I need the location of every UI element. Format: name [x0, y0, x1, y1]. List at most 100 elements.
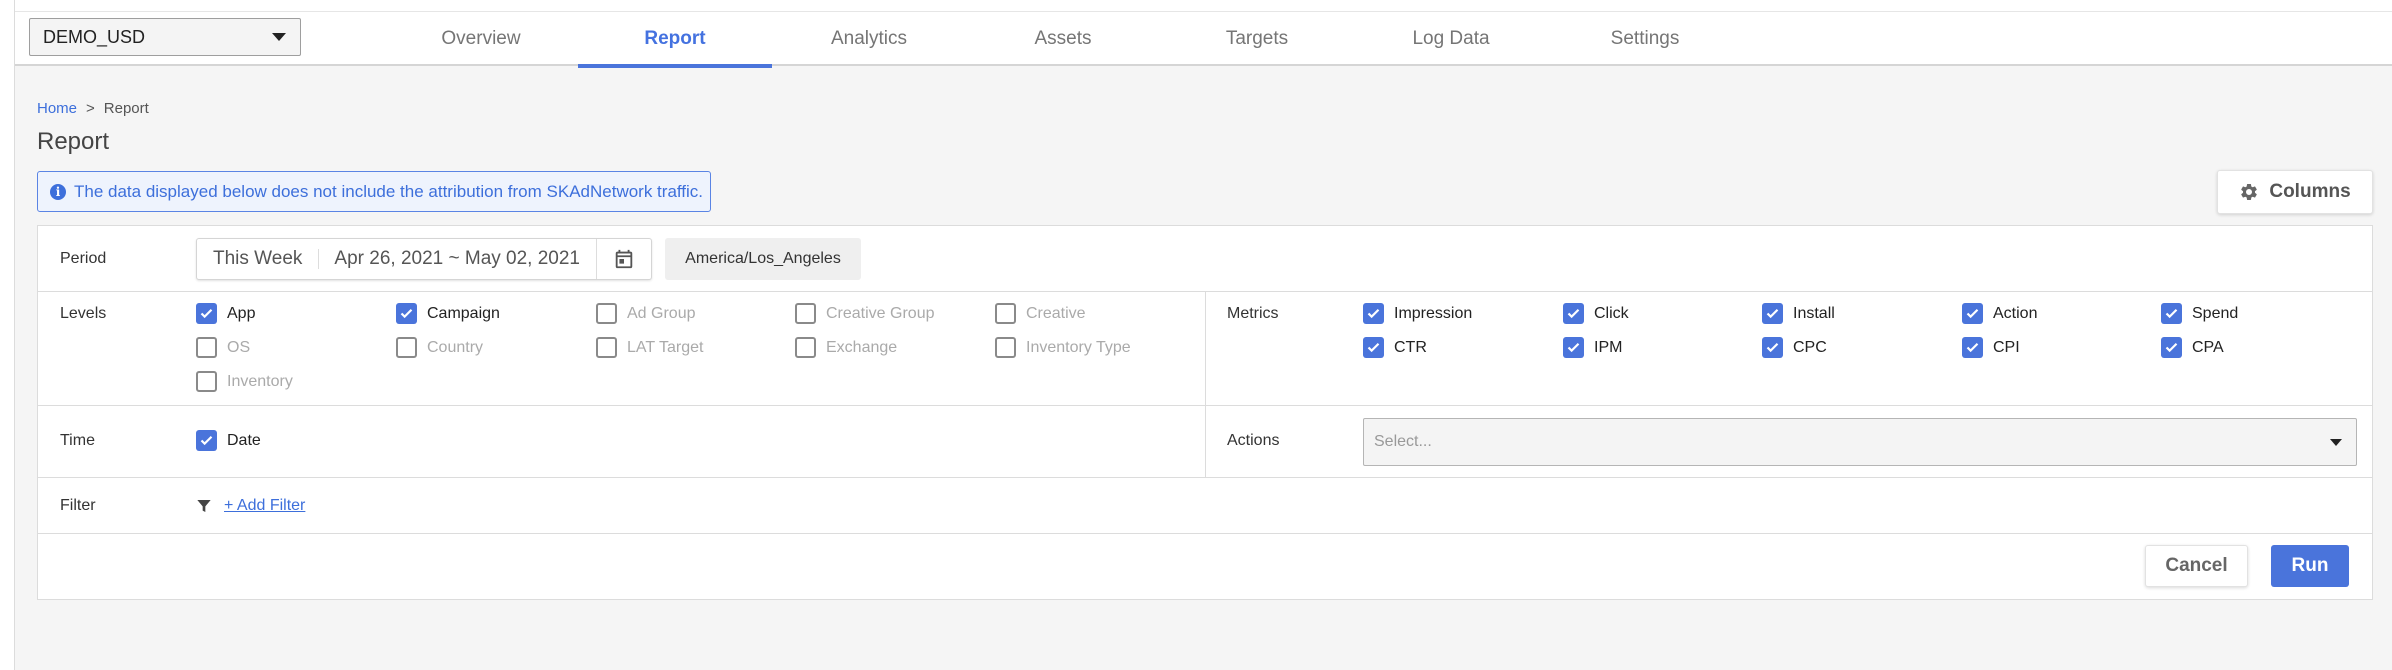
period-row: Period This Week Apr 26, 2021 ~ May 02, …: [38, 226, 2372, 292]
filter-row: Filter + Add Filter: [38, 478, 2372, 534]
tab-overview[interactable]: Overview: [384, 12, 578, 66]
add-filter-link[interactable]: + Add Filter: [224, 497, 305, 515]
date-range-picker[interactable]: This Week Apr 26, 2021 ~ May 02, 2021: [196, 238, 652, 280]
tab-label: Report: [644, 28, 706, 49]
checkbox-label: Impression: [1394, 304, 1473, 322]
breadcrumb-separator: >: [86, 100, 95, 117]
level-creative-group-checkbox[interactable]: Creative Group: [795, 303, 935, 324]
tab-assets[interactable]: Assets: [966, 12, 1160, 66]
tab-log-data[interactable]: Log Data: [1354, 12, 1548, 66]
checkbox-checked-icon: [196, 430, 217, 451]
checkbox-label: CPC: [1793, 338, 1827, 356]
metric-action-checkbox[interactable]: Action: [1962, 303, 2037, 324]
metric-click-checkbox[interactable]: Click: [1563, 303, 1629, 324]
level-os-checkbox[interactable]: OS: [196, 337, 250, 358]
tab-label: Log Data: [1412, 28, 1490, 49]
checkbox-label: CTR: [1394, 338, 1427, 356]
tab-targets[interactable]: Targets: [1160, 12, 1354, 66]
tab-settings[interactable]: Settings: [1548, 12, 1742, 66]
checkbox-label: CPI: [1993, 338, 2020, 356]
filter-icon: [197, 500, 211, 512]
checkbox-label: Creative: [1026, 304, 1086, 322]
level-campaign-checkbox[interactable]: Campaign: [396, 303, 500, 324]
checkbox-unchecked-icon: [795, 303, 816, 324]
level-exchange-checkbox[interactable]: Exchange: [795, 337, 897, 358]
level-creative-checkbox[interactable]: Creative: [995, 303, 1086, 324]
checkbox-label: CPA: [2192, 338, 2224, 356]
time-date-checkbox[interactable]: Date: [196, 430, 261, 451]
metric-ipm-checkbox[interactable]: IPM: [1563, 337, 1622, 358]
level-ad-group-checkbox[interactable]: Ad Group: [596, 303, 695, 324]
breadcrumb-home-link[interactable]: Home: [37, 100, 77, 117]
page-title: Report: [37, 128, 110, 155]
level-inventory-type-checkbox[interactable]: Inventory Type: [995, 337, 1131, 358]
actions-select[interactable]: Select...: [1363, 418, 2357, 466]
time-actions-row: Time Date Actions Select...: [38, 406, 2372, 478]
time-label: Time: [60, 432, 95, 449]
level-country-checkbox[interactable]: Country: [396, 337, 483, 358]
tab-analytics[interactable]: Analytics: [772, 12, 966, 66]
filter-label: Filter: [60, 497, 96, 514]
level-lat-target-checkbox[interactable]: LAT Target: [596, 337, 704, 358]
tab-report[interactable]: Report: [578, 12, 772, 68]
metric-cpc-checkbox[interactable]: CPC: [1762, 337, 1827, 358]
period-label: Period: [60, 250, 107, 267]
calendar-button[interactable]: [596, 239, 651, 279]
date-range-value[interactable]: Apr 26, 2021 ~ May 02, 2021: [319, 248, 596, 270]
checkbox-label: IPM: [1594, 338, 1623, 356]
metric-cpa-checkbox[interactable]: CPA: [2161, 337, 2224, 358]
checkbox-label: Click: [1594, 304, 1629, 322]
checkbox-unchecked-icon: [596, 337, 617, 358]
column-divider: [1205, 406, 1206, 478]
checkbox-label: Campaign: [427, 304, 500, 322]
tab-label: Analytics: [830, 28, 908, 49]
checkbox-unchecked-icon: [995, 303, 1016, 324]
checkbox-label: Creative Group: [826, 304, 935, 322]
metric-cpi-checkbox[interactable]: CPI: [1962, 337, 2020, 358]
checkbox-checked-icon: [1962, 337, 1983, 358]
checkbox-label: OS: [227, 338, 251, 356]
date-preset[interactable]: This Week: [197, 249, 320, 269]
window-top-edge: [15, 0, 2392, 12]
tab-label: Targets: [1225, 28, 1289, 49]
checkbox-checked-icon: [1363, 303, 1384, 324]
checkbox-checked-icon: [1563, 303, 1584, 324]
report-config-panel: Period This Week Apr 26, 2021 ~ May 02, …: [37, 225, 2373, 600]
actions-label: Actions: [1227, 432, 1280, 449]
level-app-checkbox[interactable]: App: [196, 303, 255, 324]
skadnetwork-notice: i The data displayed below does not incl…: [37, 171, 711, 212]
checkbox-label: Date: [227, 431, 261, 449]
breadcrumb: Home > Report: [37, 100, 149, 117]
checkbox-label: App: [227, 304, 256, 322]
checkbox-checked-icon: [1363, 337, 1384, 358]
account-select-value: DEMO_USD: [43, 26, 146, 47]
level-inventory-checkbox[interactable]: Inventory: [196, 371, 293, 392]
metric-ctr-checkbox[interactable]: CTR: [1363, 337, 1427, 358]
checkbox-label: Action: [1993, 304, 2038, 322]
checkbox-label: Inventory Type: [1026, 338, 1131, 356]
tab-label: Settings: [1610, 28, 1680, 49]
cancel-button[interactable]: Cancel: [2145, 545, 2248, 587]
checkbox-checked-icon: [2161, 337, 2182, 358]
metrics-label: Metrics: [1227, 305, 1279, 322]
checkbox-checked-icon: [1762, 303, 1783, 324]
metric-impression-checkbox[interactable]: Impression: [1363, 303, 1472, 324]
timezone-chip[interactable]: America/Los_Angeles: [665, 238, 861, 280]
run-button[interactable]: Run: [2271, 545, 2349, 587]
metric-install-checkbox[interactable]: Install: [1762, 303, 1835, 324]
checkbox-checked-icon: [2161, 303, 2182, 324]
checkbox-unchecked-icon: [995, 337, 1016, 358]
columns-button[interactable]: Columns: [2217, 170, 2373, 214]
checkbox-checked-icon: [196, 303, 217, 324]
levels-metrics-row: Levels App Campaign Ad Group Creative Gr…: [38, 292, 2372, 406]
checkbox-label: LAT Target: [627, 338, 704, 356]
actions-select-placeholder: Select...: [1374, 433, 1432, 450]
checkbox-unchecked-icon: [396, 337, 417, 358]
account-select[interactable]: DEMO_USD: [29, 18, 301, 56]
checkbox-checked-icon: [396, 303, 417, 324]
levels-label: Levels: [60, 305, 107, 322]
info-icon: i: [50, 183, 66, 200]
metric-spend-checkbox[interactable]: Spend: [2161, 303, 2238, 324]
gear-icon: [2241, 183, 2258, 200]
checkbox-label: Inventory: [227, 372, 293, 390]
